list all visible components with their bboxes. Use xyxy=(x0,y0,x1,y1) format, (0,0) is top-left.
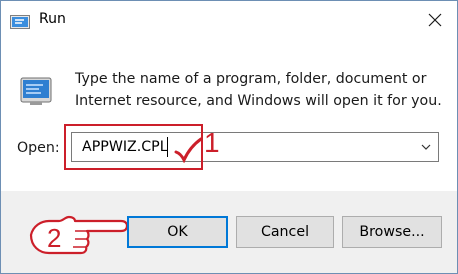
close-button[interactable] xyxy=(413,3,457,37)
annotation-step-1: 1 xyxy=(204,127,220,158)
checkmark-icon xyxy=(174,137,203,163)
close-icon xyxy=(428,13,442,27)
run-app-icon xyxy=(10,15,30,29)
annotation-step-2: 2 xyxy=(47,223,61,253)
run-program-icon xyxy=(20,77,52,105)
dialog-description: Type the name of a program, folder, docu… xyxy=(75,71,442,109)
ok-button[interactable]: OK xyxy=(127,216,228,248)
run-dialog: Run Type the name of a program, folder, … xyxy=(0,0,458,274)
window-title: Run xyxy=(39,11,66,27)
open-label: Open: xyxy=(17,140,60,156)
title-bar: Run xyxy=(1,1,457,39)
browse-button[interactable]: Browse... xyxy=(342,216,442,248)
dropdown-arrow-icon[interactable] xyxy=(420,141,432,153)
cancel-button[interactable]: Cancel xyxy=(236,216,334,248)
pointing-hand-icon: 2 xyxy=(29,215,129,255)
